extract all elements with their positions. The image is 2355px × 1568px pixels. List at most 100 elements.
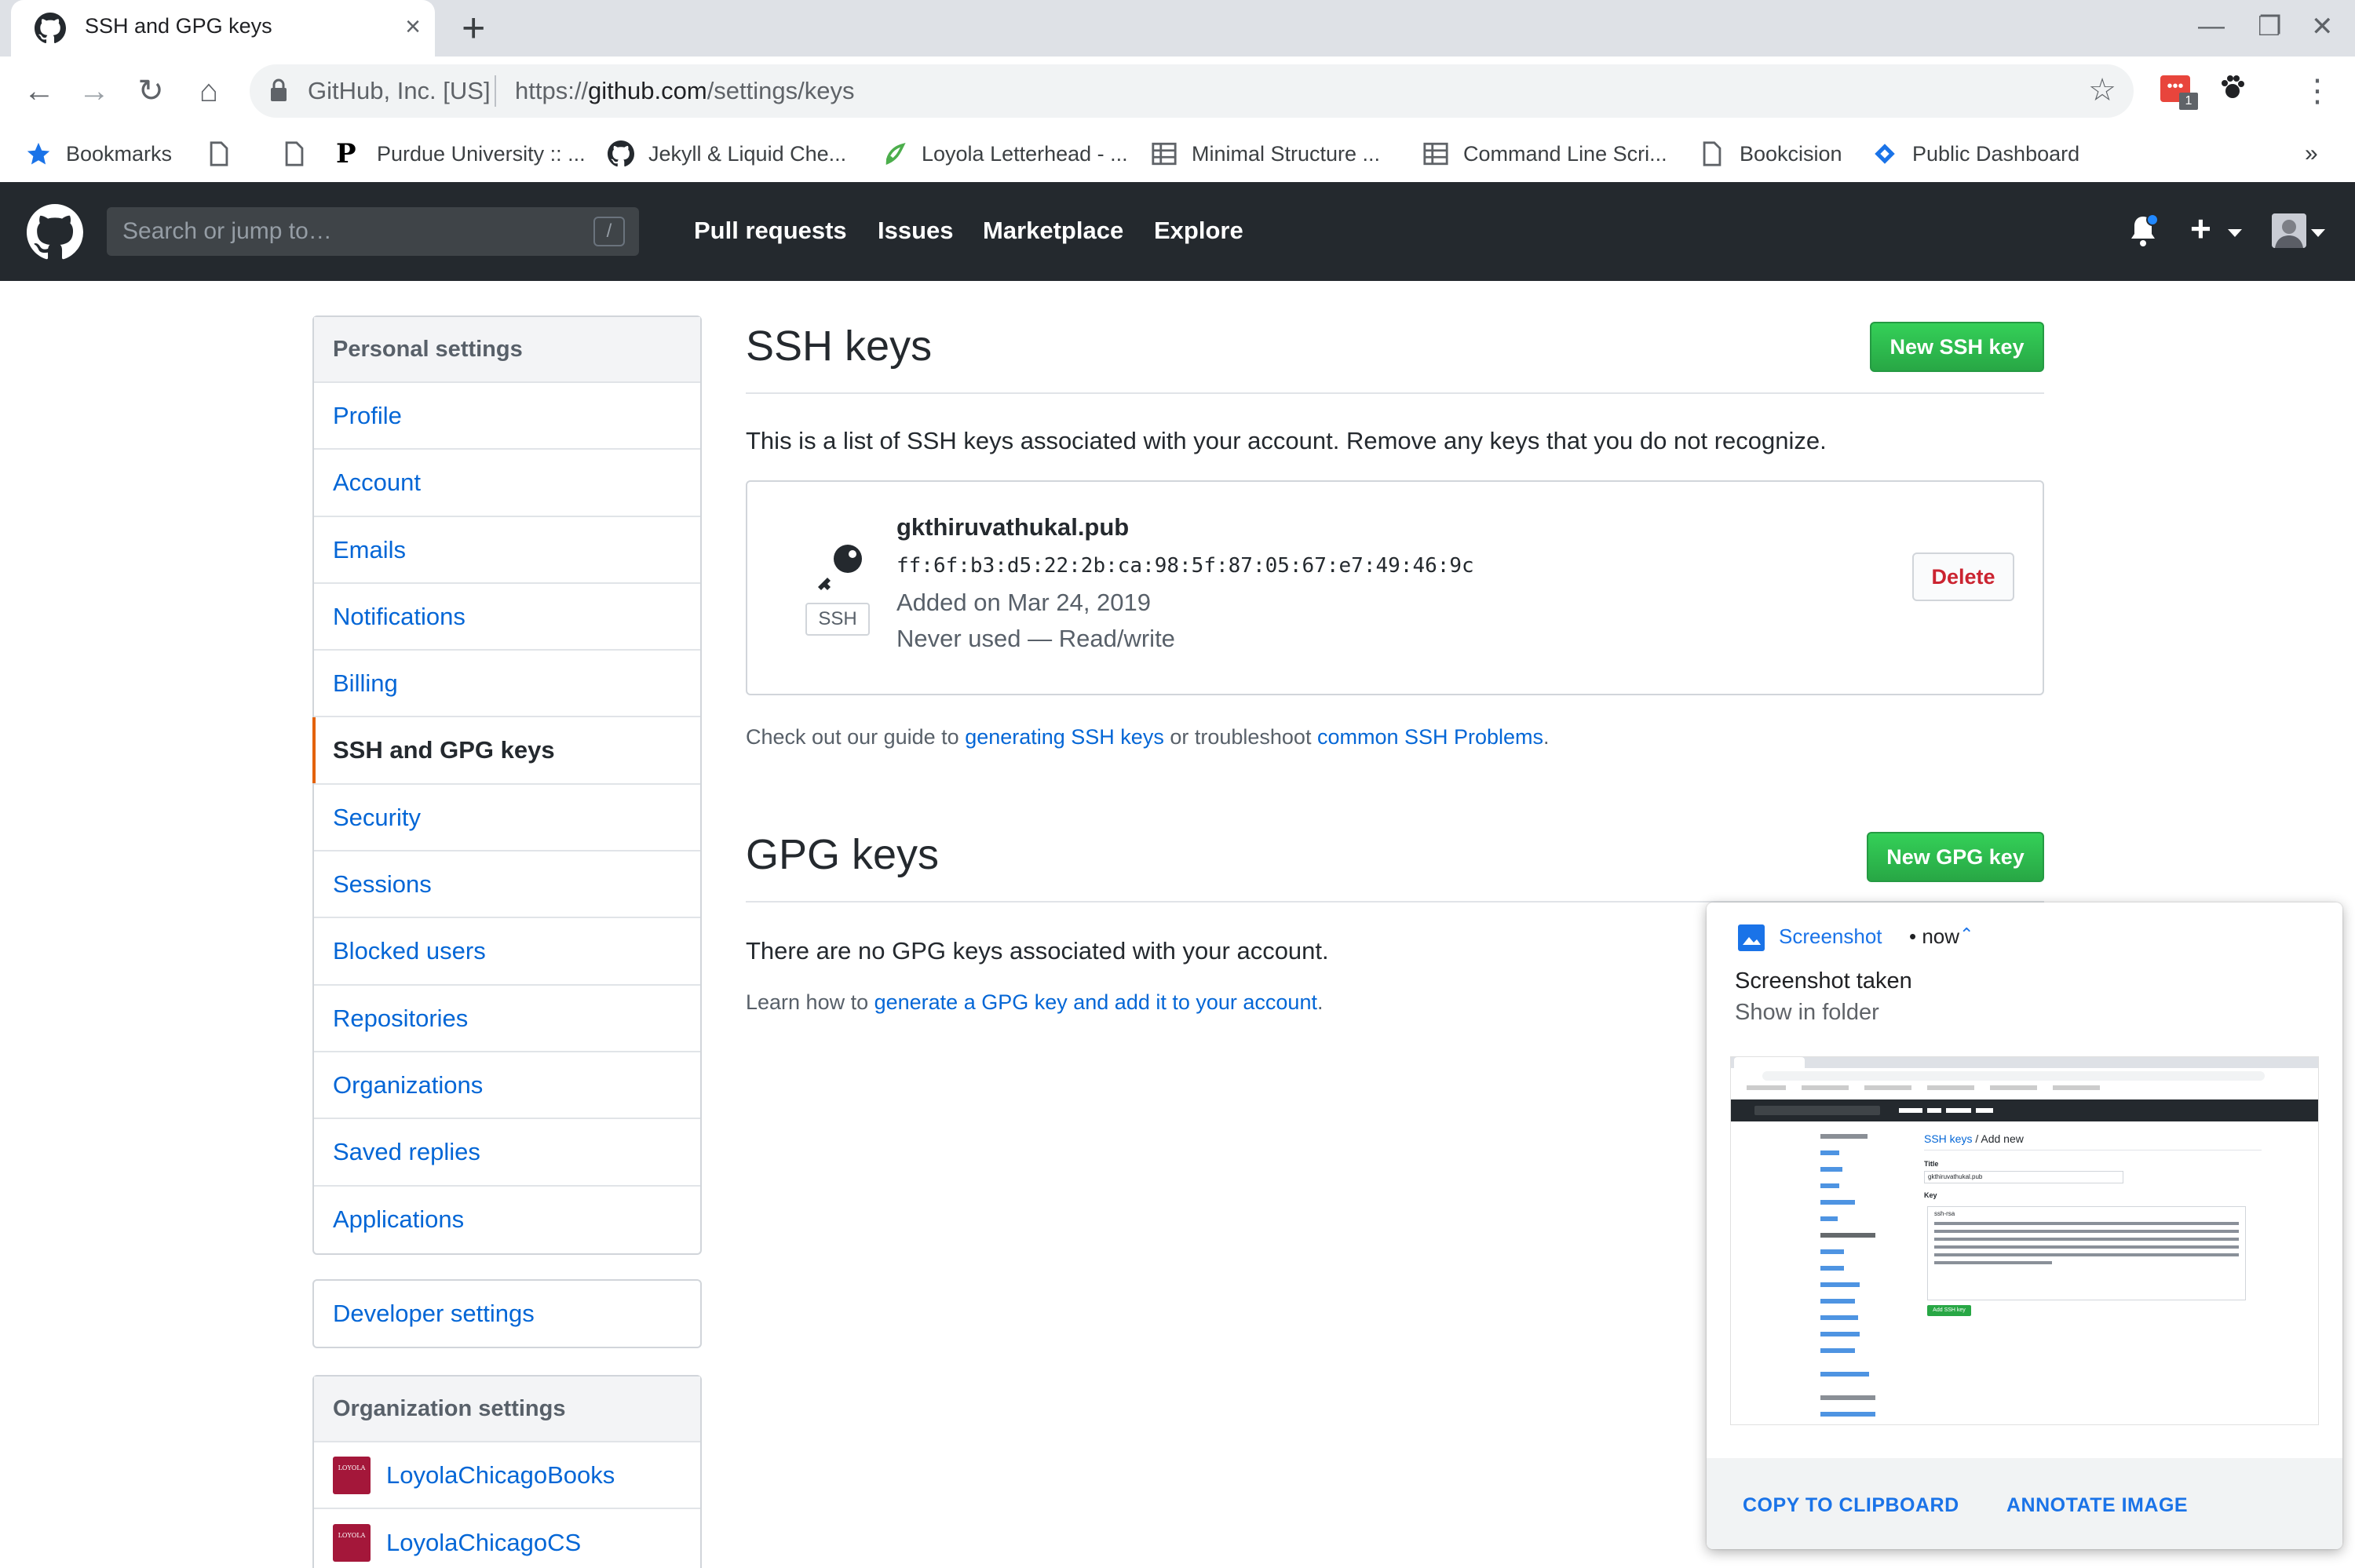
- screenshot-notification[interactable]: Screenshot • now ⌃ Screenshot taken Show…: [1707, 903, 2342, 1549]
- preview-main: SSH keys / Add new Title gkthiruvathukal…: [1924, 1132, 2262, 1199]
- forward-icon[interactable]: →: [71, 67, 118, 115]
- key-icon: [818, 545, 862, 590]
- notification-title: Screenshot taken: [1735, 968, 1912, 994]
- new-ssh-key-button[interactable]: New SSH key: [1870, 322, 2044, 372]
- browser-tab[interactable]: SSH and GPG keys ×: [11, 0, 435, 57]
- github-search-input[interactable]: Search or jump to… /: [107, 207, 639, 256]
- sidebar-item-blocked-users[interactable]: Blocked users: [314, 918, 700, 986]
- preview-bookmark: [1864, 1085, 1911, 1090]
- site-identity: GitHub, Inc. [US]: [308, 77, 491, 104]
- dashboard-icon: [1875, 144, 1895, 164]
- notification-actions: COPY TO CLIPBOARD ANNOTATE IMAGE: [1707, 1458, 2342, 1549]
- sidebar-item-billing[interactable]: Billing: [314, 651, 700, 718]
- url-text[interactable]: https://github.com/settings/keys: [515, 77, 855, 105]
- bookmark-jekyll[interactable]: Jekyll & Liquid Che...: [608, 135, 846, 173]
- nav-issues[interactable]: Issues: [878, 217, 954, 245]
- generating-ssh-keys-link[interactable]: generating SSH keys: [965, 725, 1164, 749]
- gpg-empty-text: There are no GPG keys associated with yo…: [746, 937, 1329, 965]
- common-ssh-problems-link[interactable]: common SSH Problems: [1317, 725, 1543, 749]
- extension-paw-icon[interactable]: [2218, 74, 2247, 102]
- minimize-icon[interactable]: —: [2198, 11, 2225, 42]
- user-avatar[interactable]: [2272, 213, 2306, 248]
- sidebar-org-loyolachicagocs[interactable]: LOYOLA LoyolaChicagoCS: [314, 1509, 700, 1568]
- new-gpg-key-button[interactable]: New GPG key: [1867, 832, 2044, 882]
- sidebar-item-security[interactable]: Security: [314, 785, 700, 852]
- restore-icon[interactable]: ❐: [2258, 11, 2281, 42]
- close-window-icon[interactable]: ✕: [2311, 11, 2334, 42]
- new-tab-button[interactable]: +: [462, 8, 485, 49]
- github-icon: [608, 140, 634, 167]
- github-favicon-icon: [35, 13, 66, 44]
- sidebar-item-emails[interactable]: Emails: [314, 517, 700, 584]
- notification-app-name: Screenshot: [1779, 924, 1882, 948]
- back-icon[interactable]: ←: [16, 67, 63, 115]
- sidebar-item-profile[interactable]: Profile: [314, 383, 700, 450]
- tab-close-icon[interactable]: ×: [405, 11, 421, 42]
- bookmarks-overflow-icon[interactable]: »: [2305, 135, 2318, 173]
- nav-pull-requests[interactable]: Pull requests: [694, 217, 847, 245]
- ssh-intro-text: This is a list of SSH keys associated wi…: [746, 427, 1827, 454]
- extension-todo-icon[interactable]: ••• 1: [2160, 75, 2198, 110]
- preview-key-textarea: ssh-rsa: [1927, 1206, 2246, 1300]
- key-added-date: Added on Mar 24, 2019: [896, 589, 1152, 616]
- reload-icon[interactable]: ↻: [127, 67, 174, 115]
- generate-gpg-key-link[interactable]: generate a GPG key and add it to your ac…: [874, 990, 1317, 1014]
- create-caret-icon[interactable]: [2228, 229, 2242, 237]
- key-title: gkthiruvathukal.pub: [896, 513, 1130, 541]
- bookmark-command-line[interactable]: Command Line Scri...: [1422, 135, 1667, 173]
- bookmark-public-dashboard[interactable]: Public Dashboard: [1871, 135, 2079, 173]
- chrome-menu-icon[interactable]: ⋮: [2294, 67, 2341, 115]
- nav-explore[interactable]: Explore: [1154, 217, 1243, 245]
- bookmarks-bar: Bookmarks P Purdue University :: ... Jek…: [0, 126, 2355, 182]
- page-icon: [210, 141, 228, 166]
- home-icon[interactable]: ⌂: [185, 67, 232, 115]
- preview-omnibox: [1762, 1071, 2265, 1081]
- sidebar-item-notifications[interactable]: Notifications: [314, 584, 700, 651]
- sidebar-org-loyolachicagobooks[interactable]: LOYOLA LoyolaChicagoBooks: [314, 1442, 700, 1510]
- bookmark-loyola-letterhead[interactable]: Loyola Letterhead - ...: [881, 135, 1128, 173]
- sidebar-item-repositories[interactable]: Repositories: [314, 986, 700, 1052]
- avatar-caret-icon[interactable]: [2311, 229, 2325, 237]
- preview-add-button: Add SSH key: [1927, 1305, 1971, 1316]
- sidebar-item-ssh-gpg-keys[interactable]: SSH and GPG keys: [312, 717, 700, 785]
- personal-settings-menu: Personal settings Profile Account Emails…: [312, 315, 702, 1255]
- sidebar-item-sessions[interactable]: Sessions: [314, 851, 700, 919]
- overleaf-icon: [885, 143, 906, 166]
- ssh-divider: [746, 392, 2044, 394]
- delete-key-button[interactable]: Delete: [1912, 552, 2014, 601]
- create-new-icon[interactable]: +: [2190, 207, 2211, 250]
- sidebar-item-account[interactable]: Account: [314, 450, 700, 517]
- gpg-learn-text: Learn how to generate a GPG key and add …: [746, 990, 1324, 1014]
- bookmark-minimal-structure[interactable]: Minimal Structure ...: [1151, 135, 1380, 173]
- sidebar-item-organizations[interactable]: Organizations: [314, 1052, 700, 1120]
- chevron-up-icon[interactable]: ⌃: [1959, 924, 1973, 945]
- purdue-icon: P: [336, 138, 356, 170]
- omnibox-separator: [495, 75, 496, 107]
- annotate-image-button[interactable]: ANNOTATE IMAGE: [2006, 1494, 2188, 1517]
- notification-time: • now: [1909, 924, 1960, 948]
- ssh-guide-text: Check out our guide to generating SSH ke…: [746, 725, 1550, 749]
- key-usage: Never used — Read/write: [896, 625, 1175, 652]
- copy-to-clipboard-button[interactable]: COPY TO CLIPBOARD: [1743, 1494, 1959, 1517]
- github-logo-icon[interactable]: [27, 204, 83, 261]
- sidebar-item-developer-settings[interactable]: Developer settings: [314, 1281, 700, 1347]
- preview-bookmark: [1927, 1085, 1974, 1090]
- address-bar[interactable]: GitHub, Inc. [US] https://github.com/set…: [250, 64, 2134, 118]
- sidebar-item-applications[interactable]: Applications: [314, 1187, 700, 1253]
- bookmark-bookmarks[interactable]: Bookmarks: [25, 135, 172, 173]
- bookmark-purdue[interactable]: P Purdue University :: ...: [336, 135, 586, 173]
- ssh-key-item: SSH gkthiruvathukal.pub ff:6f:b3:d5:22:2…: [746, 480, 2044, 695]
- notification-subtitle[interactable]: Show in folder: [1735, 1000, 1879, 1026]
- preview-bookmark: [1990, 1085, 2037, 1090]
- bookmark-star-icon[interactable]: ☆: [2088, 72, 2116, 108]
- sidebar-item-saved-replies[interactable]: Saved replies: [314, 1119, 700, 1187]
- page-icon: [1703, 141, 1722, 166]
- nav-marketplace[interactable]: Marketplace: [983, 217, 1123, 245]
- tab-strip: SSH and GPG keys × + — ❐ ✕: [0, 0, 2355, 57]
- image-icon: [1738, 924, 1765, 951]
- screenshot-preview[interactable]: SSH keys / Add new Title gkthiruvathukal…: [1730, 1056, 2319, 1425]
- notifications-bell-icon[interactable]: [2127, 213, 2159, 248]
- bookmark-blank-2[interactable]: [281, 135, 322, 173]
- bookmark-bookcision[interactable]: Bookcision: [1699, 135, 1842, 173]
- bookmark-blank-1[interactable]: [206, 135, 246, 173]
